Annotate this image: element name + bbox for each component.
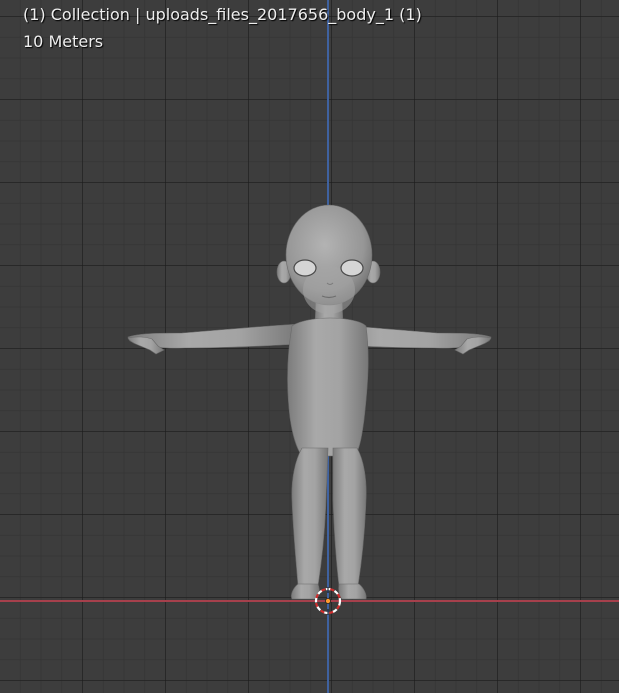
viewport-object-info: (1) Collection | uploads_files_2017656_b… <box>23 5 422 24</box>
3d-viewport[interactable]: (1) Collection | uploads_files_2017656_b… <box>0 0 619 693</box>
character-mesh[interactable] <box>0 0 619 693</box>
3d-cursor-icon[interactable] <box>312 585 344 617</box>
viewport-grid-scale: 10 Meters <box>23 32 104 51</box>
